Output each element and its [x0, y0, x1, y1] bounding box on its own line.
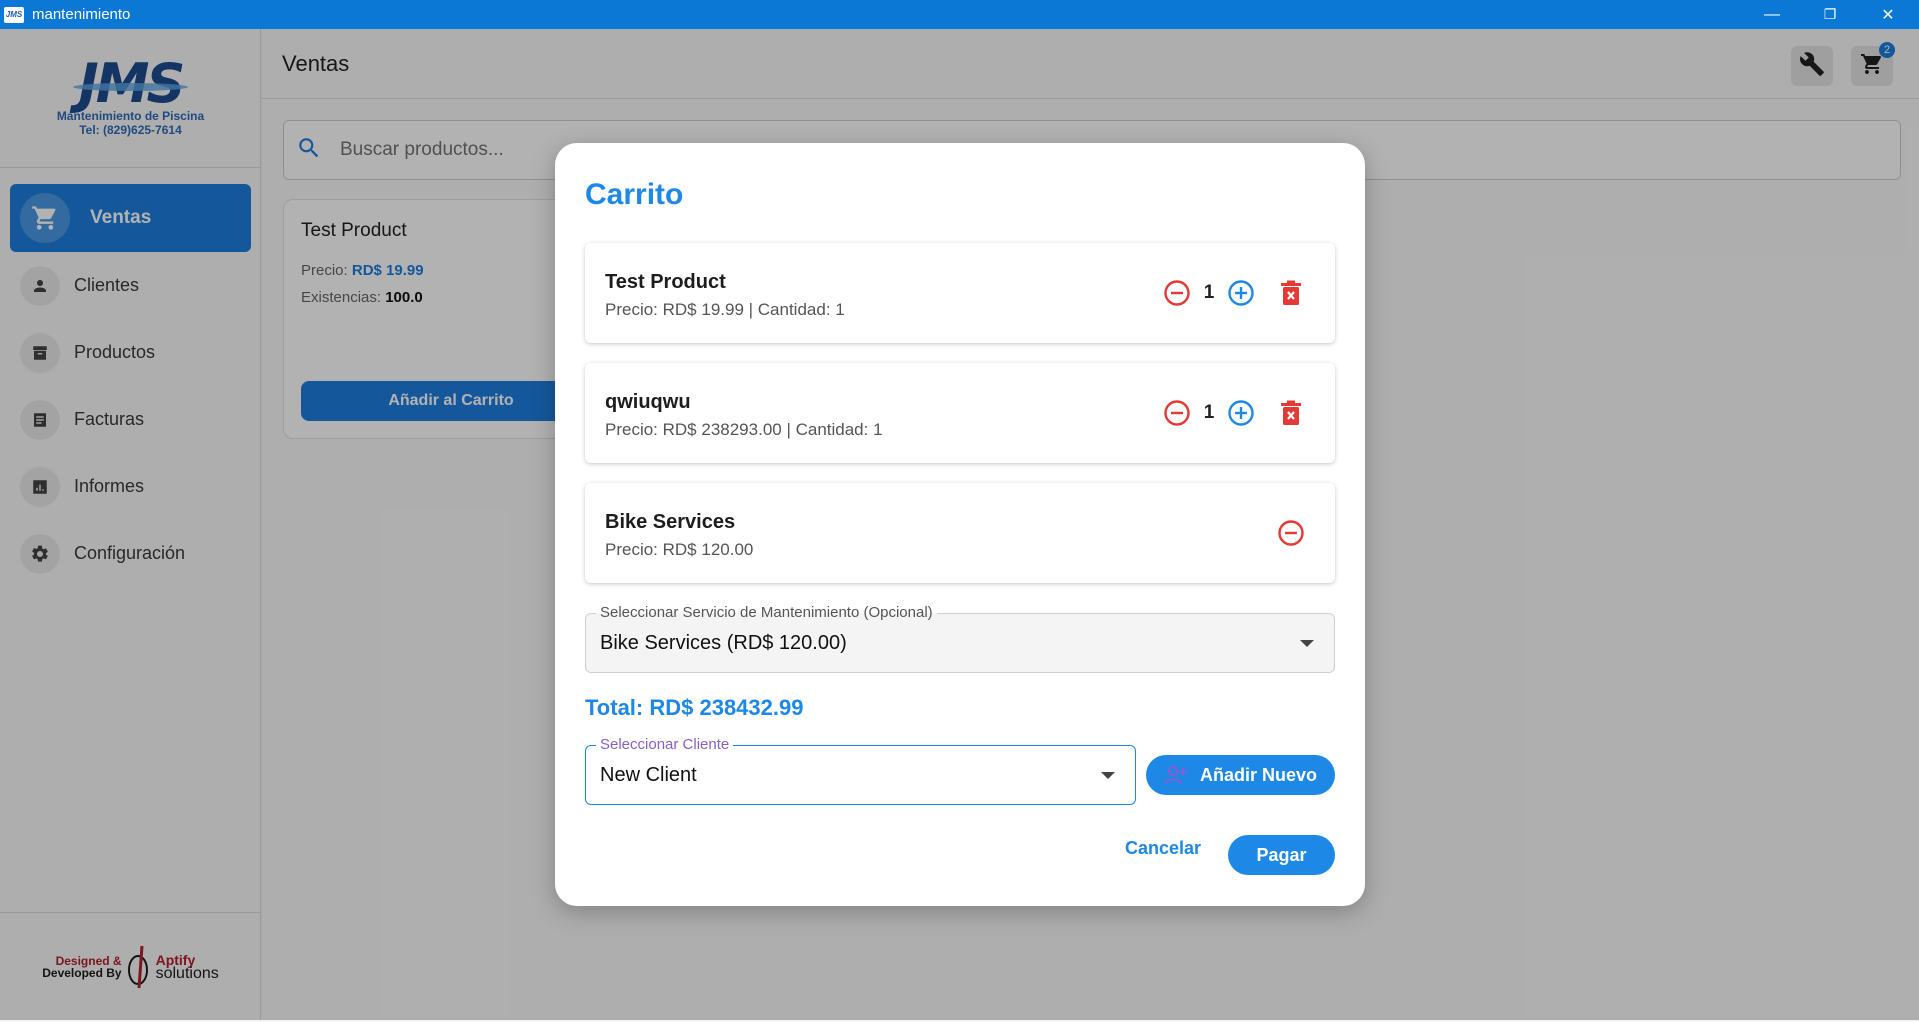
cart-total: Total: RD$ 238432.99 [585, 695, 804, 720]
remove-item-button[interactable] [1277, 279, 1305, 307]
service-controls [1277, 519, 1305, 547]
minus-circle-icon [1278, 520, 1304, 546]
service-item-detail: Precio: RD$ 120.00 [605, 540, 754, 559]
dialog-title: Carrito [585, 178, 684, 211]
quantity-controls: 1 [1163, 399, 1305, 427]
minus-circle-icon [1164, 400, 1190, 426]
cart-item-detail: Precio: RD$ 238293.00 | Cantidad: 1 [605, 420, 883, 439]
increase-quantity-button[interactable] [1227, 399, 1255, 427]
plus-circle-icon [1228, 400, 1254, 426]
window-titlebar: JMS mantenimiento — ❐ ✕ [0, 0, 1919, 29]
window-title: mantenimiento [32, 6, 131, 23]
service-item: Bike Services Precio: RD$ 120.00 [585, 483, 1335, 583]
minus-circle-icon [1164, 280, 1190, 306]
increase-quantity-button[interactable] [1227, 279, 1255, 307]
cart-item-detail: Precio: RD$ 19.99 | Cantidad: 1 [605, 300, 845, 319]
restore-button[interactable]: ❐ [1801, 0, 1859, 29]
dropdown-arrow-icon [1101, 772, 1115, 779]
cart-dialog: Carrito Test Product Precio: RD$ 19.99 |… [555, 143, 1365, 906]
cancel-button[interactable]: Cancelar [1125, 831, 1201, 865]
cart-item: Test Product Precio: RD$ 19.99 | Cantida… [585, 243, 1335, 343]
service-item-name: Bike Services [605, 511, 736, 533]
delete-icon [1281, 280, 1301, 305]
maintenance-service-select[interactable]: Seleccionar Servicio de Mantenimiento (O… [585, 604, 1335, 673]
add-new-client-button[interactable]: Añadir Nuevo [1146, 755, 1335, 795]
cart-item-name: Test Product [605, 271, 726, 293]
cart-item: qwiuqwu Precio: RD$ 238293.00 | Cantidad… [585, 363, 1335, 463]
pay-button[interactable]: Pagar [1228, 835, 1335, 875]
remove-item-button[interactable] [1277, 399, 1305, 427]
decrease-quantity-button[interactable] [1163, 279, 1191, 307]
quantity-value: 1 [1203, 282, 1215, 303]
dropdown-arrow-icon [1300, 640, 1314, 647]
quantity-controls: 1 [1163, 279, 1305, 307]
decrease-quantity-button[interactable] [1163, 399, 1191, 427]
person-add-icon [1163, 766, 1187, 785]
add-new-label: Añadir Nuevo [1199, 764, 1318, 785]
service-select-label: Seleccionar Servicio de Mantenimiento (O… [596, 604, 937, 622]
minimize-button[interactable]: — [1743, 0, 1801, 29]
close-button[interactable]: ✕ [1859, 0, 1917, 29]
cart-item-name: qwiuqwu [605, 391, 691, 413]
app-icon: JMS [4, 6, 24, 23]
client-select[interactable]: Seleccionar Cliente New Client [585, 736, 1136, 805]
service-select-value: Bike Services (RD$ 120.00) [600, 632, 847, 654]
delete-icon [1281, 400, 1301, 425]
client-select-value: New Client [600, 764, 697, 786]
quantity-value: 1 [1203, 402, 1215, 423]
client-select-label: Seleccionar Cliente [596, 736, 734, 754]
plus-circle-icon [1228, 280, 1254, 306]
remove-service-button[interactable] [1277, 519, 1305, 547]
